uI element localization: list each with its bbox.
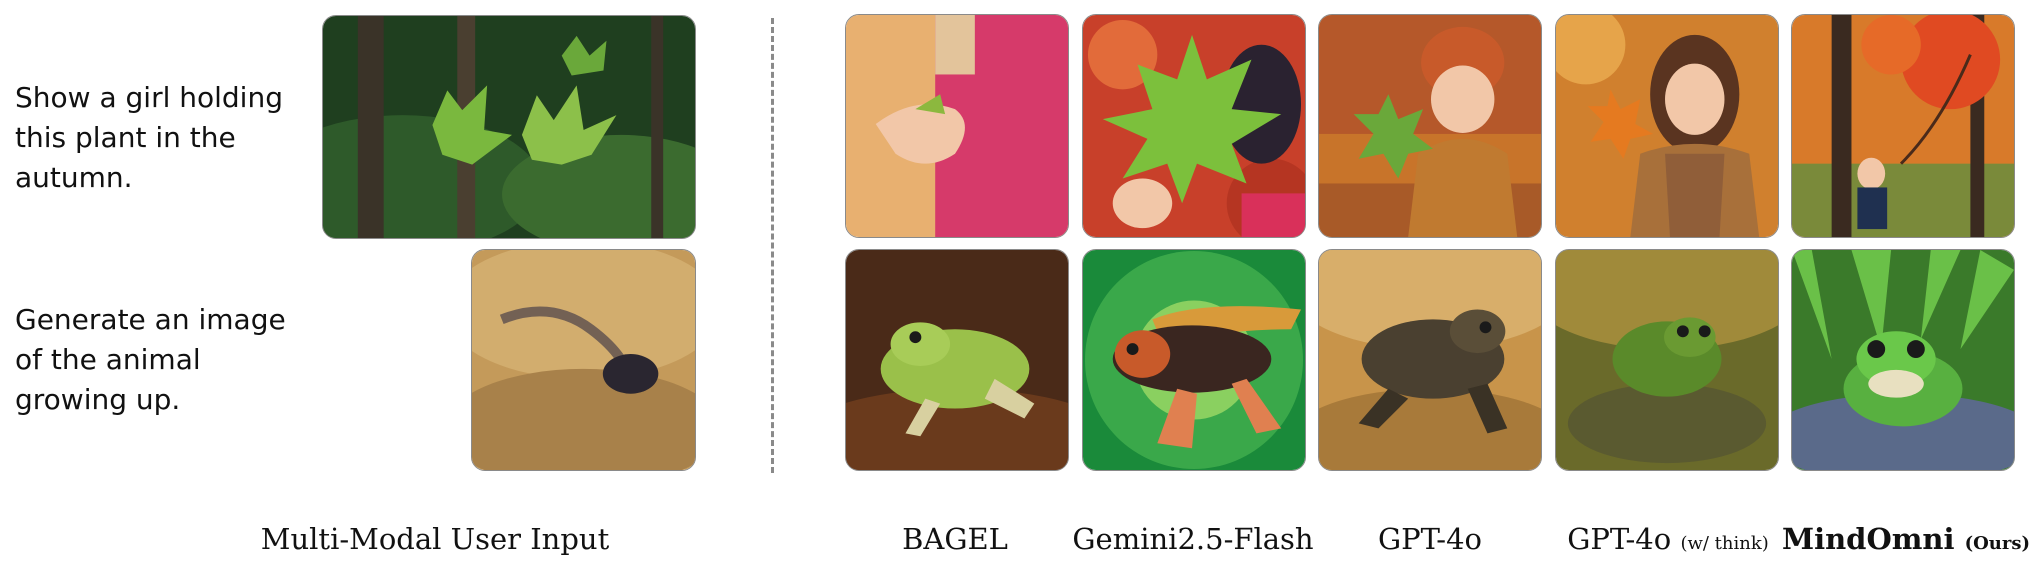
prompt-text-leaf: Show a girl holding this plant in the au… — [15, 81, 283, 194]
caption-gpt4o-think: GPT-4o (w/ think) — [1567, 522, 1769, 556]
output-image-gpt4o-think-frog — [1555, 249, 1779, 471]
output-image-gemini-girl — [1082, 14, 1306, 238]
output-image-gemini-frog — [1082, 249, 1306, 471]
output-image-gpt4o-think-girl — [1555, 14, 1779, 238]
caption-gpt4o: GPT-4o — [1378, 522, 1482, 556]
prompt-text-tadpole: Generate an image of the animal growing … — [15, 303, 286, 416]
section-divider — [771, 18, 774, 473]
output-image-gpt4o-girl — [1318, 14, 1542, 238]
output-image-bagel-frog — [845, 249, 1069, 471]
output-image-bagel-girl — [845, 14, 1069, 238]
output-image-mindomni-girl — [1791, 14, 2015, 238]
input-image-tadpole — [471, 249, 696, 471]
caption-bagel: BAGEL — [902, 522, 1008, 556]
output-image-gpt4o-frog — [1318, 249, 1542, 471]
output-image-mindomni-frog — [1791, 249, 2015, 471]
caption-gemini: Gemini2.5-Flash — [1072, 522, 1314, 556]
caption-input: Multi-Modal User Input — [260, 522, 610, 556]
caption-mindomni: MindOmni (Ours) — [1781, 522, 2030, 556]
input-image-maple-leaf — [322, 15, 696, 239]
